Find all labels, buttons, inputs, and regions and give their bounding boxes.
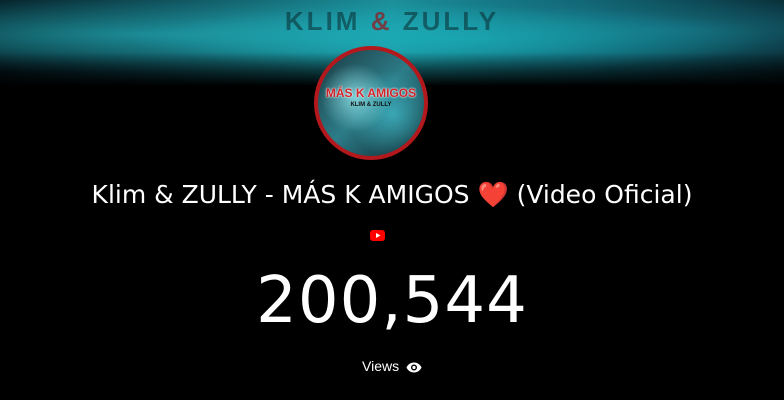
banner-text-left: KLIM (284, 6, 361, 36)
views-label-row: Views (0, 358, 784, 374)
banner-text: KLIM & ZULLY (0, 6, 784, 37)
thumbnail-title: MÁS K AMIGOS (325, 86, 417, 100)
video-title: Klim & ZULLY - MÁS K AMIGOS ❤️ (Video Of… (0, 180, 784, 210)
views-count: 200,544 (256, 264, 528, 338)
banner-text-amp: & (370, 6, 393, 36)
youtube-icon[interactable] (370, 230, 385, 241)
video-thumbnail-avatar[interactable]: MÁS K AMIGOS KLIM & ZULLY (314, 46, 428, 160)
eye-icon (406, 362, 422, 373)
thumbnail-subtitle: KLIM & ZULLY (350, 102, 392, 108)
banner-text-right: ZULLY (402, 6, 500, 36)
heart-emoji: ❤️ (477, 180, 509, 209)
video-title-main: Klim & ZULLY - MÁS K AMIGOS (91, 180, 470, 209)
video-title-suffix: (Video Oficial) (516, 180, 693, 209)
views-label: Views (362, 358, 400, 374)
